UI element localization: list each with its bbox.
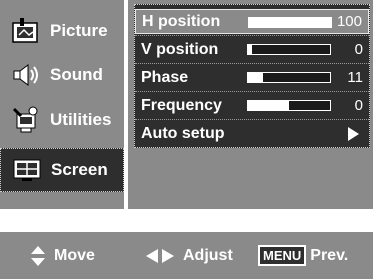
category-picture[interactable]: Picture <box>0 9 124 53</box>
settings-panel: H position 100 V position 0 Phase 11 Fre… <box>128 0 373 209</box>
arrow-right-icon <box>348 127 359 141</box>
help-prev-label: Prev. <box>310 246 349 264</box>
help-move-label: Move <box>54 246 95 264</box>
screen-icon <box>11 154 43 186</box>
left-right-arrows-icon <box>146 248 174 263</box>
menu-key-icon: MENU <box>258 245 307 266</box>
category-screen[interactable]: Screen <box>0 148 124 192</box>
setting-label: Frequency <box>141 96 222 114</box>
divider <box>135 35 369 36</box>
up-down-arrows-icon <box>31 245 45 266</box>
setting-auto-setup[interactable]: Auto setup <box>135 121 369 146</box>
setting-frequency[interactable]: Frequency 0 <box>135 93 369 118</box>
osd-menu: Picture Sound Utilities Screen H positio… <box>0 0 373 279</box>
help-bar: Move Adjust MENU Prev. <box>0 232 373 279</box>
setting-phase[interactable]: Phase 11 <box>135 65 369 90</box>
v-position-slider[interactable] <box>247 44 331 55</box>
category-utilities[interactable]: Utilities <box>0 98 124 142</box>
picture-icon <box>10 15 42 47</box>
help-adjust-label: Adjust <box>183 246 233 264</box>
category-sidebar: Picture Sound Utilities Screen <box>0 0 124 209</box>
setting-value: 100 <box>336 13 362 30</box>
divider <box>135 119 369 120</box>
settings-list: H position 100 V position 0 Phase 11 Fre… <box>134 4 370 148</box>
help-adjust: Adjust <box>145 247 233 265</box>
divider <box>135 63 369 64</box>
setting-value: 11 <box>347 69 363 86</box>
setting-label: H position <box>142 12 221 30</box>
category-label: Sound <box>50 65 103 84</box>
setting-value: 0 <box>354 41 363 58</box>
setting-label: Auto setup <box>141 124 225 142</box>
setting-label: Phase <box>141 68 189 86</box>
setting-h-position[interactable]: H position 100 <box>135 9 369 34</box>
category-label: Picture <box>50 21 108 40</box>
category-label: Screen <box>51 160 108 179</box>
help-move: Move <box>30 245 95 267</box>
h-position-slider[interactable] <box>248 17 332 28</box>
divider <box>135 91 369 92</box>
phase-slider[interactable] <box>247 72 331 83</box>
setting-label: V position <box>141 40 219 58</box>
setting-value: 0 <box>354 97 363 114</box>
category-sound[interactable]: Sound <box>0 53 124 97</box>
setting-v-position[interactable]: V position 0 <box>135 37 369 62</box>
category-label: Utilities <box>50 110 112 129</box>
tools-icon <box>10 104 42 136</box>
help-prev: MENU Prev. <box>258 245 348 266</box>
frequency-slider[interactable] <box>247 100 331 111</box>
speaker-icon <box>10 59 42 91</box>
